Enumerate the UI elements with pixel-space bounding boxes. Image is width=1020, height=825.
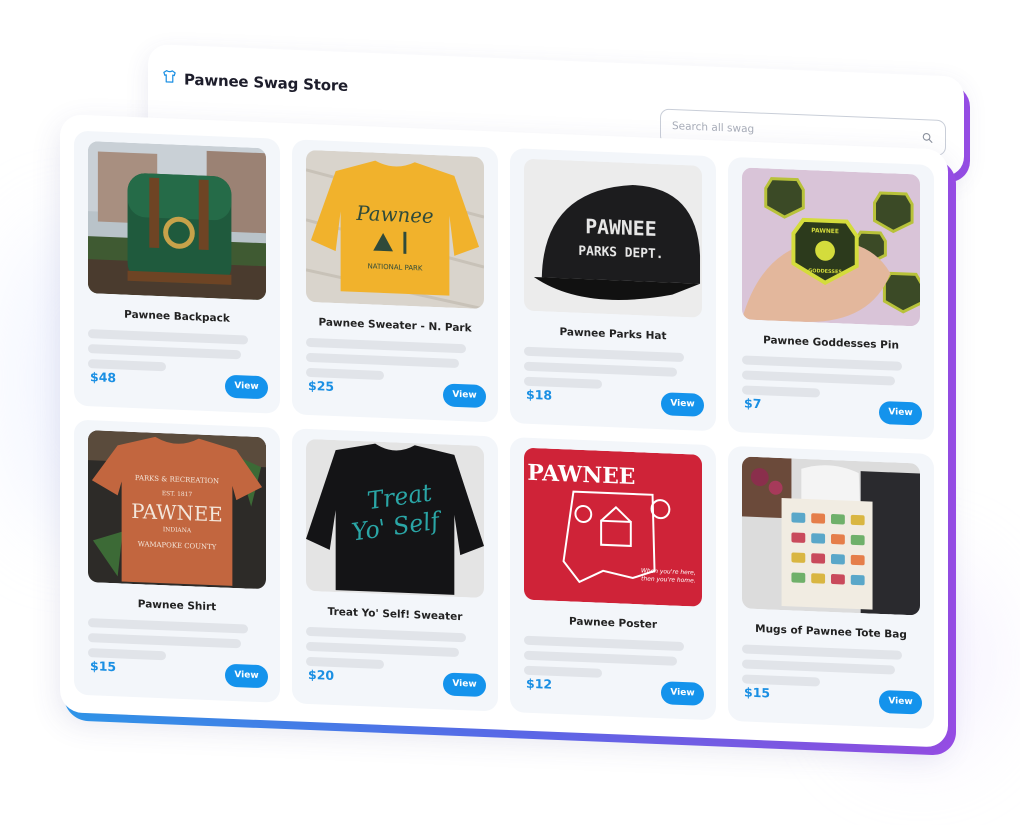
product-price: $15 xyxy=(90,658,117,675)
product-grid: Pawnee Backpack $48 View Pawnee NATIONAL… xyxy=(74,130,934,730)
poster-print-title: PAWNEE xyxy=(527,460,635,490)
description-placeholder xyxy=(88,344,242,360)
description-placeholder xyxy=(306,352,460,369)
product-image-shirt[interactable]: PARKS & RECREATION EST. 1817 PAWNEE INDI… xyxy=(88,430,266,590)
product-name: Pawnee Shirt xyxy=(137,598,217,614)
description-placeholder xyxy=(306,641,460,658)
product-card[interactable]: Pawnee NATIONAL PARK Pawnee Sweater - N.… xyxy=(292,139,498,423)
view-button[interactable]: View xyxy=(661,392,704,417)
pin-print-top: PAWNEE xyxy=(811,227,839,235)
product-image-sweater[interactable]: Pawnee NATIONAL PARK xyxy=(306,149,484,310)
view-button[interactable]: View xyxy=(443,383,486,409)
panel-card: Pawnee Backpack $48 View Pawnee NATIONAL… xyxy=(60,114,948,748)
product-image-tote[interactable] xyxy=(742,456,920,616)
product-image-pin[interactable]: PAWNEE GODDESSES xyxy=(742,167,920,327)
description-placeholder xyxy=(524,635,685,652)
product-image-poster[interactable]: PAWNEE When you're here, then you're hom… xyxy=(524,447,702,607)
product-price: $15 xyxy=(744,684,771,701)
product-name: Pawnee Backpack xyxy=(124,308,230,325)
product-price: $20 xyxy=(308,666,335,684)
product-card[interactable]: Treat Yo' Self Treat Yo' Self! Sweater $… xyxy=(292,428,498,712)
view-button[interactable]: View xyxy=(225,663,268,689)
product-card[interactable]: Mugs of Pawnee Tote Bag $15 View xyxy=(728,445,934,730)
product-name: Pawnee Sweater - N. Park xyxy=(318,316,472,335)
product-card[interactable]: PARKS & RECREATION EST. 1817 PAWNEE INDI… xyxy=(74,419,280,703)
product-card[interactable]: PAWNEE When you're here, then you're hom… xyxy=(510,437,716,721)
sweater-print: Pawnee xyxy=(355,202,433,228)
product-image-backpack[interactable] xyxy=(88,141,266,301)
product-name: Pawnee Goddesses Pin xyxy=(763,334,899,352)
description-placeholder xyxy=(742,644,903,660)
product-panel: Pawnee Backpack $48 View Pawnee NATIONAL… xyxy=(60,114,956,756)
hat-print-line1: PAWNEE xyxy=(585,215,656,241)
product-card[interactable]: Pawnee Backpack $48 View xyxy=(74,130,280,414)
product-name: Mugs of Pawnee Tote Bag xyxy=(755,622,907,642)
description-placeholder xyxy=(88,618,249,634)
product-name: Pawnee Poster xyxy=(568,615,658,631)
view-button[interactable]: View xyxy=(443,672,486,698)
view-button[interactable]: View xyxy=(879,400,922,426)
description-placeholder xyxy=(524,346,685,363)
description-placeholder xyxy=(742,659,896,675)
description-placeholder xyxy=(524,361,678,377)
tshirt-icon xyxy=(162,69,177,89)
description-placeholder xyxy=(306,626,467,643)
product-price: $48 xyxy=(90,369,117,386)
product-image-treat-sweater[interactable]: Treat Yo' Self xyxy=(306,438,484,599)
description-placeholder xyxy=(306,337,467,354)
brand[interactable]: Pawnee Swag Store xyxy=(162,69,348,95)
shirt-print-est: EST. 1817 xyxy=(162,490,192,498)
store-title: Pawnee Swag Store xyxy=(184,69,349,95)
description-placeholder xyxy=(742,355,903,371)
product-image-hat[interactable]: PAWNEE PARKS DEPT. xyxy=(524,158,702,318)
description-placeholder xyxy=(742,370,896,386)
product-price: $25 xyxy=(308,377,335,395)
view-button[interactable]: View xyxy=(225,374,268,400)
product-price: $18 xyxy=(526,386,553,403)
description-placeholder xyxy=(88,329,249,345)
product-price: $7 xyxy=(744,395,762,412)
description-placeholder xyxy=(88,633,242,649)
view-button[interactable]: View xyxy=(661,681,704,706)
search-placeholder: Search all swag xyxy=(672,120,755,136)
product-name: Treat Yo' Self! Sweater xyxy=(327,605,463,624)
shirt-print-main: PAWNEE xyxy=(131,500,222,527)
product-card[interactable]: PAWNEE PARKS DEPT. Pawnee Parks Hat $18 … xyxy=(510,148,716,432)
shirt-print-state: INDIANA xyxy=(163,526,192,534)
description-placeholder xyxy=(524,650,678,666)
view-button[interactable]: View xyxy=(879,689,922,715)
product-card[interactable]: PAWNEE GODDESSES Pawnee Goddesses Pin $7… xyxy=(728,156,934,441)
product-price: $12 xyxy=(526,675,553,692)
product-name: Pawnee Parks Hat xyxy=(559,326,667,343)
